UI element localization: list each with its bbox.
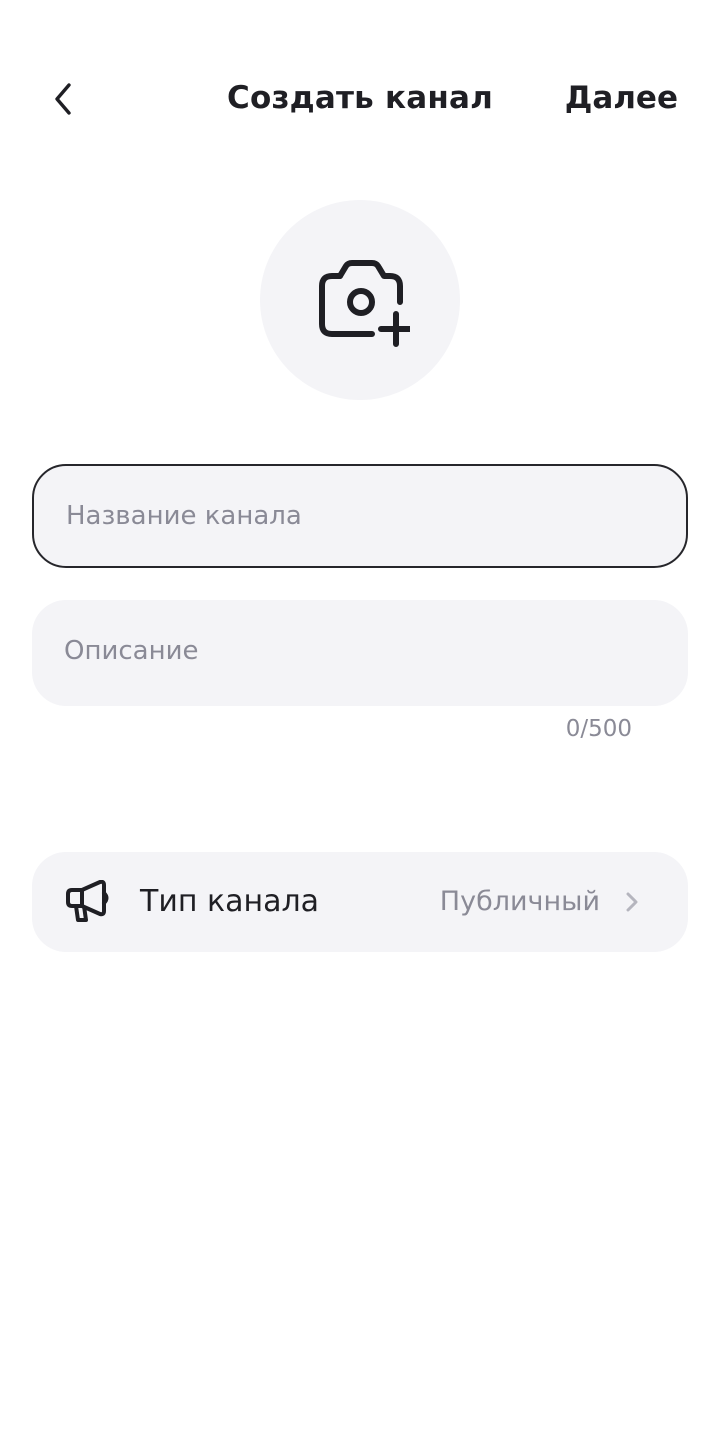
channel-type-label: Тип канала: [140, 884, 320, 919]
channel-avatar-picker[interactable]: [260, 200, 460, 400]
description-char-counter: 0/500: [565, 716, 632, 742]
megaphone-icon: [66, 880, 109, 922]
channel-name-input[interactable]: Название канала: [32, 464, 688, 568]
channel-type-value: Публичный: [439, 886, 600, 917]
description-input[interactable]: Описание: [32, 600, 688, 706]
camera-plus-icon: [319, 260, 410, 347]
next-button[interactable]: Далее: [565, 60, 678, 136]
description-placeholder: Описание: [64, 636, 199, 666]
channel-name-placeholder: Название канала: [66, 501, 302, 531]
channel-type-row[interactable]: Тип канала Публичный: [32, 852, 688, 952]
top-bar: Создать канал Далее: [0, 60, 720, 136]
chevron-right-icon: [626, 892, 638, 912]
